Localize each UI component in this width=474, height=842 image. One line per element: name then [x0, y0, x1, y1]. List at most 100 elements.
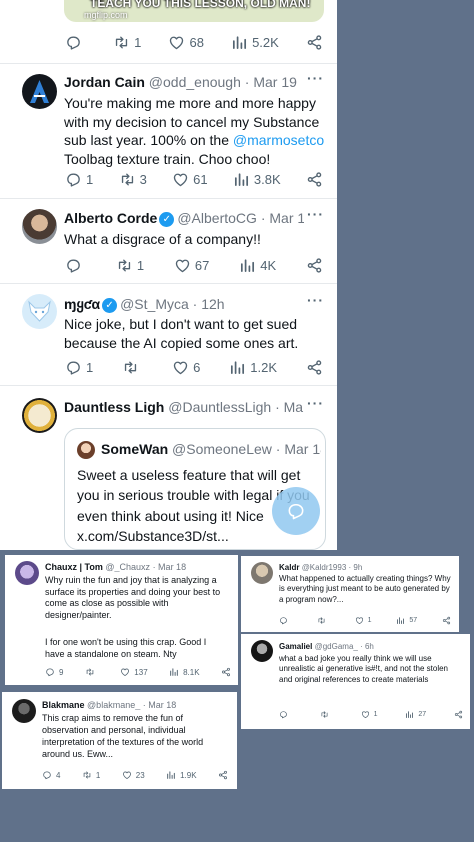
views-button[interactable]: 27 — [405, 710, 426, 719]
share-button[interactable] — [306, 359, 323, 376]
timestamp[interactable]: · Mar 19 — [245, 74, 297, 90]
repost-button[interactable]: 1 — [82, 770, 100, 780]
avatar[interactable] — [251, 640, 273, 662]
like-button[interactable]: 1 — [361, 710, 378, 719]
repost-button[interactable]: 1 — [116, 257, 144, 274]
screenshot-chauxz[interactable]: Chauxz | Tom @_Chauxz · Mar 18 Why ruin … — [5, 555, 238, 685]
tweet-jordan-cain[interactable]: Jordan Cain @odd_enough · Mar 19 ··· You… — [0, 64, 337, 199]
tweet-text: What a disgrace of a company!! — [64, 231, 261, 247]
views-count: 27 — [418, 711, 427, 718]
screenshot-kaldr[interactable]: Kaldr @Kaldr1993 · 9h What happened to a… — [241, 556, 459, 632]
display-name[interactable]: Dauntless Ligh — [64, 399, 164, 415]
share-button[interactable] — [454, 710, 463, 719]
avatar[interactable] — [12, 699, 36, 723]
views-button[interactable]: 1.9K — [166, 770, 197, 780]
repost-count: 1 — [136, 258, 145, 273]
views-button[interactable]: 1.2K — [229, 359, 277, 376]
reply-button[interactable] — [65, 257, 86, 274]
handle[interactable]: @AlbertoCG — [177, 210, 257, 226]
share-button[interactable] — [221, 667, 231, 677]
tweet-top[interactable]: TEACH YOU THIS LESSON, OLD MAN! mgflip.c… — [0, 0, 337, 64]
avatar[interactable] — [22, 209, 57, 244]
repost-button[interactable]: 3 — [119, 171, 147, 188]
reply-button[interactable]: 9 — [45, 667, 63, 677]
tweet-alberto-corde[interactable]: Alberto Corde✓@AlbertoCG · Mar 18 ··· Wh… — [0, 199, 337, 284]
more-options-icon[interactable]: ··· — [307, 70, 324, 86]
handle[interactable]: @St_Myca — [120, 296, 189, 312]
like-button[interactable]: 67 — [174, 257, 209, 274]
display-name[interactable]: Kaldr — [279, 563, 299, 572]
reply-button[interactable] — [279, 616, 292, 625]
repost-button[interactable] — [320, 710, 333, 719]
reply-button[interactable]: 1 — [65, 359, 93, 376]
display-name[interactable]: ɱყƈα — [64, 296, 100, 312]
repost-icon — [82, 770, 92, 780]
views-button[interactable]: 4K — [239, 257, 276, 274]
like-button[interactable]: 1 — [355, 616, 372, 625]
quote-avatar — [77, 441, 95, 459]
screenshot-blakmane[interactable]: Blakmane @blakmane_ · Mar 18 This crap a… — [2, 692, 237, 789]
like-button[interactable]: 23 — [122, 770, 145, 780]
mention-link[interactable]: @marmosetco — [233, 132, 324, 148]
timestamp[interactable]: · Mar 18 — [261, 210, 304, 226]
views-button[interactable]: 3.8K — [233, 171, 281, 188]
more-options-icon[interactable]: ··· — [307, 395, 324, 411]
like-button[interactable]: 6 — [172, 359, 200, 376]
meme-image[interactable]: TEACH YOU THIS LESSON, OLD MAN! mgflip.c… — [64, 0, 324, 22]
display-name[interactable]: Blakmane — [42, 700, 85, 710]
reply-button[interactable]: 1 — [65, 171, 93, 188]
share-button[interactable] — [306, 34, 323, 51]
timestamp[interactable]: · 6h — [360, 642, 374, 651]
views-button[interactable]: 57 — [396, 616, 417, 625]
screenshot-gamaliel[interactable]: Gamaliel @gdGama_ · 6h what a bad joke y… — [241, 634, 470, 729]
tweet-actions: 1 3 61 3.8K — [65, 171, 323, 188]
repost-button[interactable] — [85, 667, 99, 677]
repost-button[interactable]: 1 — [113, 34, 141, 51]
avatar[interactable] — [22, 398, 57, 433]
avatar[interactable] — [22, 294, 57, 329]
more-options-icon[interactable]: ··· — [307, 292, 324, 308]
handle[interactable]: @blakmane_ — [87, 700, 140, 710]
reply-icon — [45, 667, 55, 677]
reply-count: 9 — [59, 667, 64, 677]
like-button[interactable]: 61 — [172, 171, 208, 188]
share-button[interactable] — [218, 770, 228, 780]
views-button[interactable]: 8.1K — [169, 667, 200, 677]
avatar[interactable] — [22, 74, 57, 109]
display-name[interactable]: Gamaliel — [279, 642, 312, 651]
display-name[interactable]: Alberto Corde — [64, 210, 157, 226]
like-button[interactable]: 68 — [168, 34, 204, 51]
handle[interactable]: @odd_enough — [149, 74, 241, 90]
reply-count: 1 — [86, 360, 94, 375]
handle[interactable]: @DauntlessLigh — [168, 399, 271, 415]
avatar[interactable] — [251, 562, 273, 584]
tweet-header: ɱყƈα ✓ @St_Myca · 12h — [64, 296, 304, 313]
more-options-icon[interactable]: ··· — [307, 206, 324, 222]
timestamp[interactable]: · 9h — [349, 563, 363, 572]
like-button[interactable]: 137 — [120, 667, 148, 677]
timestamp[interactable]: · 12h — [193, 296, 225, 312]
repost-button[interactable] — [317, 616, 330, 625]
reply-button[interactable]: 4 — [42, 770, 60, 780]
display-name[interactable]: Jordan Cain — [64, 74, 145, 90]
timestamp[interactable]: · Mar 18 — [153, 562, 187, 572]
repost-button[interactable] — [122, 359, 143, 376]
reply-button[interactable] — [279, 710, 292, 719]
timestamp[interactable]: · Mar 18 — [143, 700, 177, 710]
share-button[interactable] — [306, 257, 323, 274]
tweet-header: Kaldr @Kaldr1993 · 9h — [279, 563, 454, 572]
compose-reply-button[interactable] — [272, 487, 320, 535]
avatar[interactable] — [15, 561, 39, 585]
views-count: 1.9K — [180, 770, 197, 780]
handle[interactable]: @_Chauxz — [105, 562, 150, 572]
reply-button[interactable] — [65, 34, 86, 51]
tweet-myca[interactable]: ɱყƈα ✓ @St_Myca · 12h ··· Nice joke, but I… — [0, 284, 337, 386]
share-button[interactable] — [442, 616, 451, 625]
timestamp[interactable]: · Mar 18 — [275, 399, 304, 415]
views-button[interactable]: 5.2K — [231, 34, 279, 51]
display-name[interactable]: Chauxz | Tom — [45, 562, 103, 572]
handle[interactable]: @gdGama_ — [315, 642, 358, 651]
reply-icon — [65, 171, 82, 188]
handle[interactable]: @Kaldr1993 — [302, 563, 347, 572]
share-button[interactable] — [306, 171, 323, 188]
